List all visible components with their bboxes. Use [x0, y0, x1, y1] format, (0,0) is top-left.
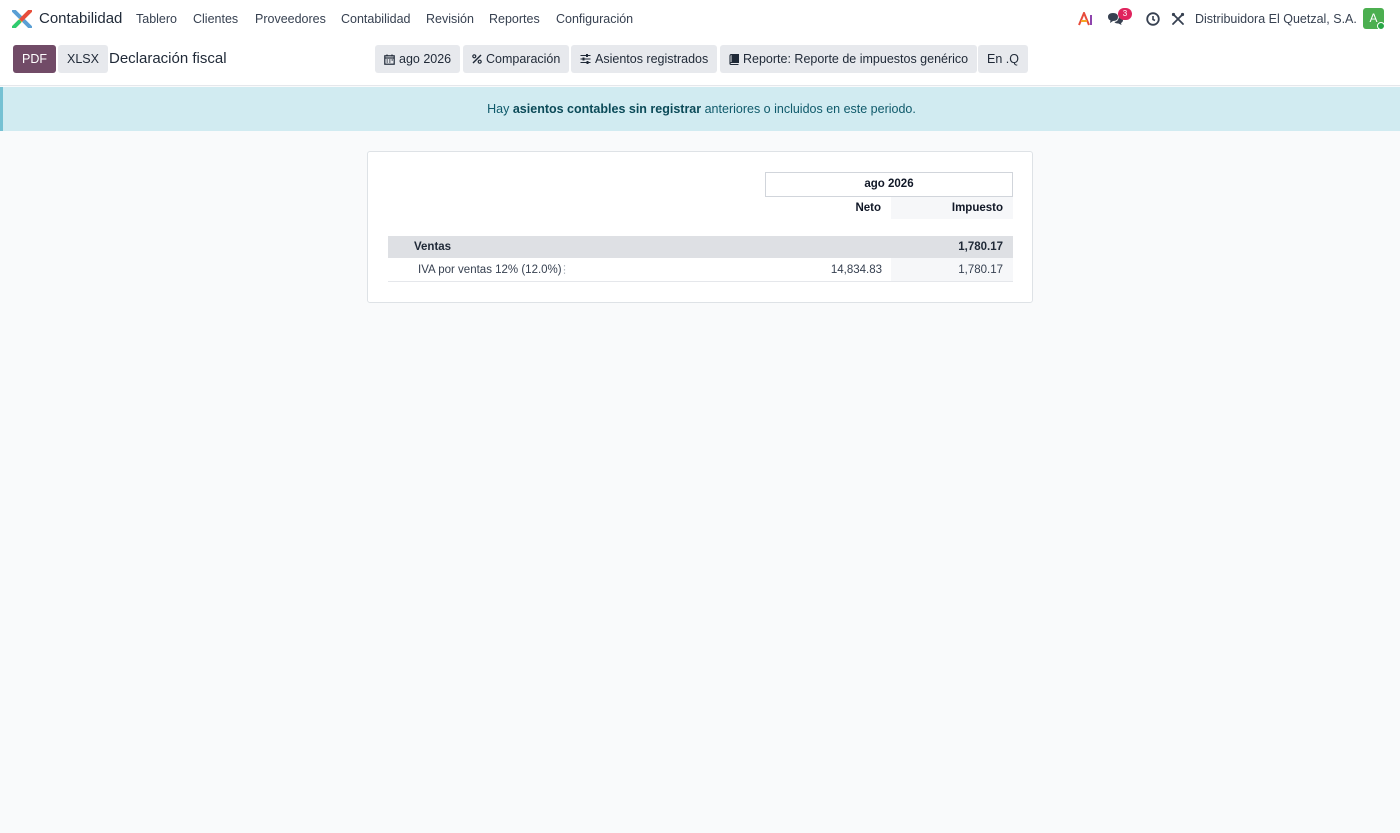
- period-column-header: ago 2026: [765, 172, 1013, 197]
- top-navbar: Contabilidad Tablero Clientes Proveedore…: [0, 0, 1400, 38]
- section-impuesto-value: 1,780.17: [958, 241, 1003, 253]
- currency-filter-button[interactable]: En .Q: [978, 45, 1028, 73]
- pdf-button[interactable]: PDF: [13, 45, 56, 73]
- nav-reportes[interactable]: Reportes: [489, 11, 540, 27]
- book-icon: [729, 53, 739, 65]
- activity-clock-icon[interactable]: [1145, 11, 1160, 27]
- company-switcher[interactable]: Distribuidora El Quetzal, S.A.: [1195, 11, 1357, 27]
- sliders-icon: [580, 54, 591, 64]
- entries-filter-button[interactable]: Asientos registrados: [571, 45, 718, 73]
- nav-contabilidad[interactable]: Contabilidad: [341, 11, 411, 27]
- nav-revision[interactable]: Revisión: [426, 11, 474, 27]
- percent-icon: [472, 54, 482, 64]
- app-name[interactable]: Contabilidad: [39, 10, 122, 28]
- online-status-dot: [1377, 22, 1385, 30]
- accounting-app-icon[interactable]: [12, 9, 32, 29]
- calendar-icon: [384, 54, 395, 65]
- page-title: Declaración fiscal: [109, 50, 227, 67]
- ai-assistant-icon[interactable]: [1078, 11, 1094, 27]
- section-row-ventas[interactable]: Ventas 1,780.17: [388, 236, 1013, 258]
- nav-clientes[interactable]: Clientes: [193, 11, 238, 27]
- tools-icon[interactable]: [1170, 11, 1185, 27]
- xlsx-button[interactable]: XLSX: [58, 45, 108, 73]
- section-label: Ventas: [414, 241, 452, 253]
- line-options-icon[interactable]: ⋮: [559, 258, 570, 282]
- tax-line-neto-value: 14,834.83: [830, 264, 882, 276]
- alert-prefix: Hay: [487, 102, 510, 116]
- comparison-filter-label: Comparación: [486, 52, 561, 66]
- report-selector-label: Reporte: Reporte de impuestos genérico: [743, 52, 969, 66]
- neto-column-header: Neto: [855, 202, 881, 214]
- unposted-entries-link[interactable]: asientos contables sin registrar: [513, 102, 701, 116]
- impuesto-column-header: Impuesto: [891, 197, 1013, 219]
- nav-configuracion[interactable]: Configuración: [556, 11, 633, 27]
- alert-suffix: anteriores o incluidos en este periodo.: [704, 102, 916, 116]
- entries-filter-label: Asientos registrados: [595, 52, 709, 66]
- tax-line-impuesto-value: 1,780.17: [891, 258, 1013, 281]
- unposted-entries-alert: Hay asientos contables sin registrar ant…: [0, 87, 1400, 131]
- nav-tablero[interactable]: Tablero: [136, 11, 177, 27]
- messages-count-badge: 3: [1118, 8, 1132, 20]
- period-filter-button[interactable]: ago 2026: [375, 45, 461, 73]
- tax-line-row[interactable]: IVA por ventas 12% (12.0%) ⋮ 14,834.83 1…: [388, 258, 1013, 282]
- period-filter-label: ago 2026: [399, 52, 452, 66]
- tax-line-label[interactable]: IVA por ventas 12% (12.0%): [418, 258, 562, 282]
- comparison-filter-button[interactable]: Comparación: [463, 45, 570, 73]
- control-panel: PDF XLSX Declaración fiscal ago 2026 Com…: [0, 38, 1400, 86]
- nav-proveedores[interactable]: Proveedores: [255, 11, 326, 27]
- report-selector-button[interactable]: Reporte: Reporte de impuestos genérico: [720, 45, 978, 73]
- tax-report-card: ago 2026 Neto Impuesto Ventas 1,780.17 I…: [367, 151, 1033, 303]
